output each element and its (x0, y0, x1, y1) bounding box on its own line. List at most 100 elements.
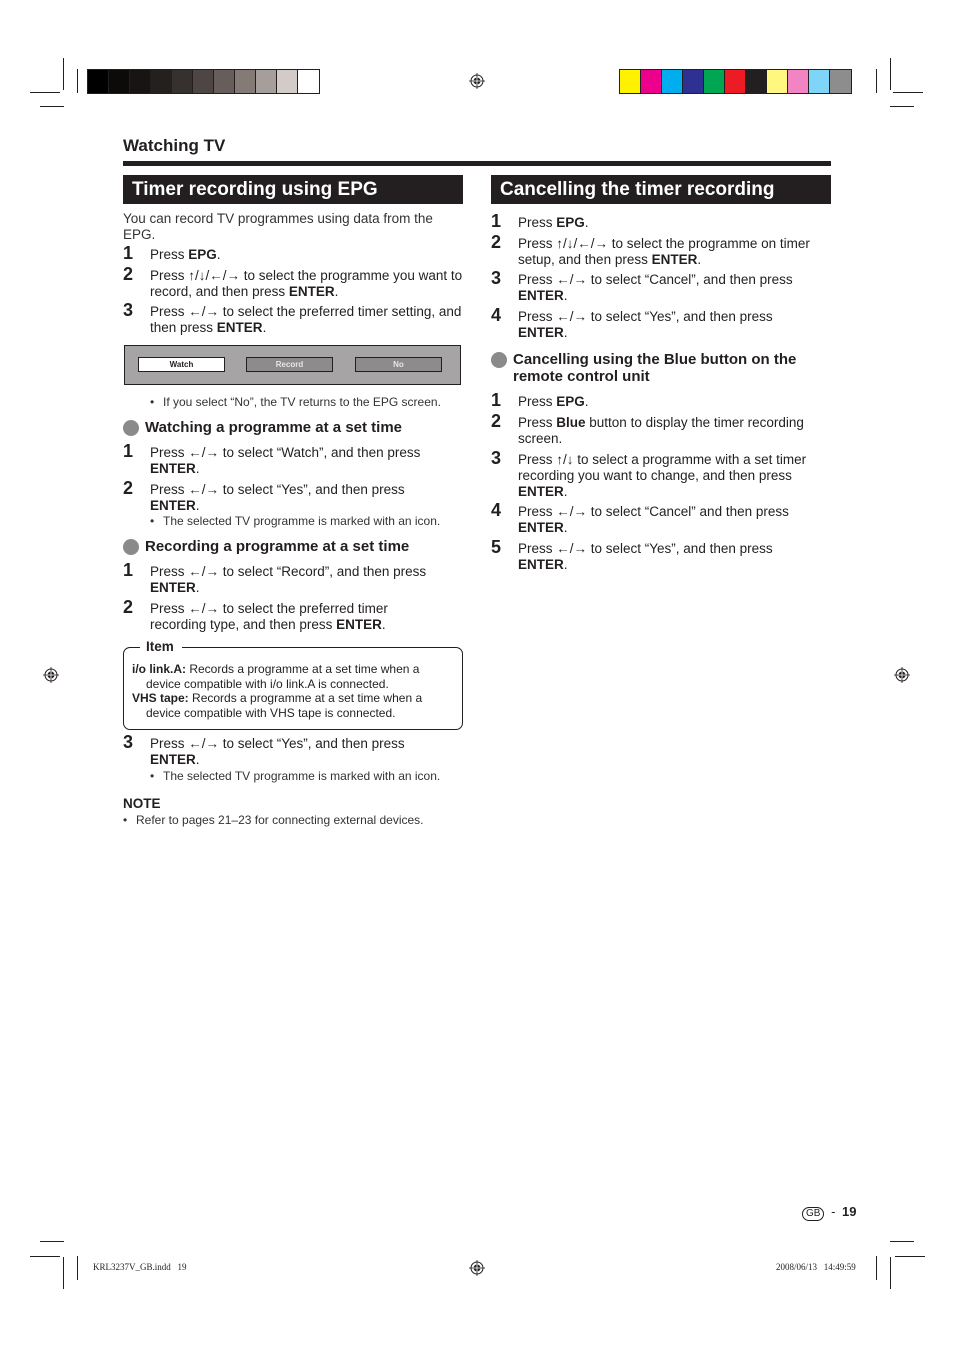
subsection-recording: Recording a programme at a set time (123, 538, 463, 555)
color-swatch (704, 70, 725, 93)
step-number: 3 (123, 732, 134, 752)
color-swatch (130, 70, 151, 93)
color-swatch (109, 70, 130, 93)
color-swatch (235, 70, 256, 93)
registration-mark-icon (469, 73, 485, 89)
color-swatch (725, 70, 746, 93)
step-number: 2 (123, 597, 134, 617)
step-number: 1 (123, 441, 134, 461)
step-number: 2 (123, 264, 134, 284)
item-info-box: Item i/o link.A: Records a programme at … (123, 639, 463, 730)
step-number: 1 (123, 243, 134, 263)
step-number: 1 (123, 560, 134, 580)
step-number: 4 (491, 305, 502, 325)
color-swatch (746, 70, 767, 93)
color-swatch (662, 70, 683, 93)
osd-no-button[interactable]: No (355, 357, 442, 372)
color-swatch (172, 70, 193, 93)
color-swatch (641, 70, 662, 93)
step-number: 2 (491, 411, 502, 431)
intro-text: You can record TV programmes using data … (123, 211, 433, 242)
bullet-circle-icon (123, 539, 139, 555)
step: 4 Press ←/→ to select “Yes”, and then pr… (491, 305, 773, 340)
color-swatch (683, 70, 704, 93)
region-badge: GB (802, 1207, 825, 1221)
note-heading: NOTE (123, 796, 161, 811)
step: 1 Press ←/→ to select “Record”, and then… (123, 560, 427, 595)
step-number: 3 (491, 448, 502, 468)
step: 1 Press EPG. (123, 243, 221, 263)
color-swatch (298, 70, 319, 93)
crop-mark (30, 1256, 60, 1257)
step: 3 Press ↑/↓ to select a programme with a… (491, 448, 807, 499)
chapter-title: Watching TV (123, 136, 226, 155)
osd-watch-button[interactable]: Watch (138, 357, 225, 372)
crop-mark (876, 1256, 877, 1280)
item-box-title: Item (140, 639, 182, 654)
crop-mark (40, 106, 64, 107)
step: 4 Press ←/→ to select “Cancel” and then … (491, 500, 789, 535)
step: 1 Press EPG. (491, 390, 589, 410)
bullet-circle-icon (491, 352, 507, 368)
step: 2 Press ←/→ to select “Yes”, and then pr… (123, 478, 405, 513)
crop-mark (63, 58, 64, 90)
color-swatch (830, 70, 851, 93)
grayscale-calibration-bar (87, 69, 320, 94)
step-number: 2 (491, 232, 502, 252)
color-swatch (767, 70, 788, 93)
color-swatch (193, 70, 214, 93)
step-number: 2 (123, 478, 134, 498)
subsection-watching: Watching a programme at a set time (123, 419, 463, 436)
step: 3 Press ←/→ to select “Yes”, and then pr… (123, 732, 405, 767)
crop-mark (893, 92, 923, 93)
crop-mark (890, 1241, 914, 1242)
slug-file-info: KRL3237V_GB.indd 19 (93, 1262, 187, 1272)
chapter-rule (123, 161, 831, 166)
crop-mark (77, 69, 78, 93)
crop-mark (895, 1256, 925, 1257)
section-title-cancelling: Cancelling the timer recording (491, 175, 831, 204)
color-swatch (88, 70, 109, 93)
crop-mark (890, 1257, 891, 1289)
step: 3 Press ←/→ to select “Cancel”, and then… (491, 268, 793, 303)
step: 3 Press ←/→ to select the preferred time… (123, 300, 462, 335)
crop-mark (40, 1241, 64, 1242)
bullet-note: • If you select “No”, the TV returns to t… (150, 395, 441, 409)
step-number: 4 (491, 500, 502, 520)
crop-mark (63, 1257, 64, 1289)
registration-mark-icon (469, 1260, 485, 1276)
note-text: • Refer to pages 21–23 for connecting ext… (123, 813, 424, 827)
color-swatch (151, 70, 172, 93)
bullet-circle-icon (123, 420, 139, 436)
step-number: 1 (491, 211, 502, 231)
crop-mark (890, 58, 891, 90)
step: 2 Press Blue button to display the timer… (491, 411, 804, 446)
color-swatch (214, 70, 235, 93)
step-number: 3 (123, 300, 134, 320)
color-swatch (620, 70, 641, 93)
crop-mark (890, 106, 914, 107)
color-swatch (256, 70, 277, 93)
color-swatch (788, 70, 809, 93)
color-swatch (809, 70, 830, 93)
step-number: 1 (491, 390, 502, 410)
registration-mark-icon (894, 667, 910, 683)
item-row: i/o link.A: Records a programme at a set… (132, 662, 420, 691)
registration-mark-icon (43, 667, 59, 683)
bullet-note: • The selected TV programme is marked wit… (150, 769, 441, 783)
step: 1 Press EPG. (491, 211, 589, 231)
crop-mark (77, 1256, 78, 1280)
item-row: VHS tape: Records a programme at a set t… (132, 691, 423, 720)
step: 5 Press ←/→ to select “Yes”, and then pr… (491, 537, 773, 572)
color-swatch (277, 70, 298, 93)
color-calibration-bar (619, 69, 852, 94)
osd-record-button[interactable]: Record (246, 357, 333, 372)
bullet-note: • The selected TV programme is marked wit… (150, 514, 441, 528)
step-number: 5 (491, 537, 502, 557)
timer-setting-osd: Watch Record No (124, 345, 461, 385)
section-title-timer-recording: Timer recording using EPG (123, 175, 463, 204)
step-number: 3 (491, 268, 502, 288)
step: 2 Press ←/→ to select the preferred time… (123, 597, 388, 632)
crop-mark (876, 69, 877, 93)
crop-mark (30, 92, 60, 93)
